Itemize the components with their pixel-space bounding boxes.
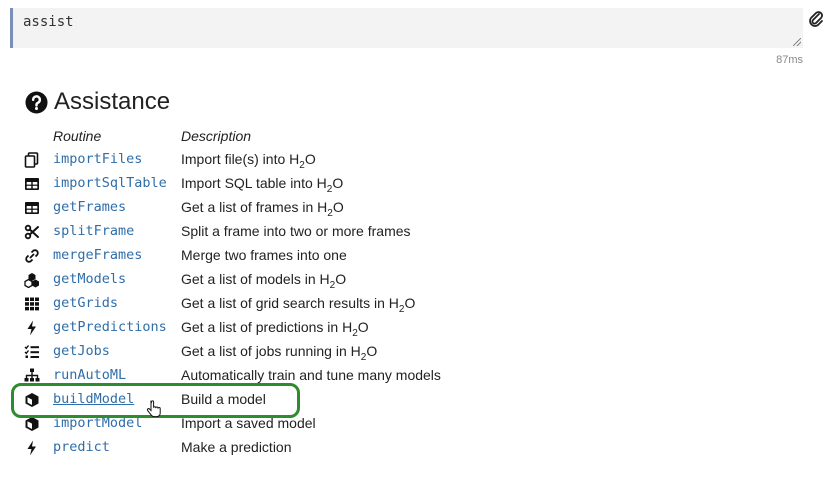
sitemap-icon — [24, 368, 40, 382]
description-text: Import file(s) into H — [181, 151, 300, 167]
routine-description: Get a list of models in H2O — [181, 271, 346, 291]
routine-link-getPredictions[interactable]: getPredictions — [53, 319, 167, 335]
routine-description: Build a model — [181, 391, 266, 407]
routine-link-predict[interactable]: predict — [53, 439, 110, 455]
routine-description: Get a list of grid search results in H2O — [181, 295, 415, 315]
description-text: Get a list of frames in H — [181, 199, 328, 215]
cubes-icon — [24, 273, 39, 288]
routine-description: Import a saved model — [181, 415, 316, 431]
bolt-icon — [27, 440, 36, 456]
description-column-header: Description — [181, 128, 252, 144]
routine-description: Merge two frames into one — [181, 247, 347, 263]
cube-icon — [25, 417, 39, 431]
description-text: Automatically train and tune many models — [181, 367, 441, 383]
description-text: Make a prediction — [181, 439, 292, 455]
routine-row-importModel: importModel Import a saved model — [0, 412, 832, 436]
hand-cursor-icon — [146, 400, 161, 418]
routine-description: Split a frame into two or more frames — [181, 223, 411, 239]
bolt-icon — [27, 320, 36, 336]
description-text: Get a list of grid search results in H — [181, 295, 399, 311]
routine-row-getJobs: getJobs Get a list of jobs running in H2O — [0, 340, 832, 364]
routine-row-getModels: getModels Get a list of models in H2O — [0, 268, 832, 292]
timing-label: 87ms — [776, 54, 803, 66]
routine-link-importFiles[interactable]: importFiles — [53, 151, 142, 167]
description-text: Get a list of jobs running in H — [181, 343, 361, 359]
routine-link-getFrames[interactable]: getFrames — [53, 199, 126, 215]
description-suffix: O — [404, 295, 416, 311]
cell-code[interactable]: assist — [23, 14, 74, 30]
tasks-icon — [24, 345, 39, 358]
files-icon — [24, 152, 39, 168]
routine-link-buildModel[interactable]: buildModel — [53, 391, 134, 407]
routine-row-getFrames: getFrames Get a list of frames in H2O — [0, 196, 832, 220]
scissors-icon — [24, 224, 39, 240]
description-text: Import a saved model — [181, 415, 316, 431]
routine-link-getModels[interactable]: getModels — [53, 271, 126, 287]
table-icon — [25, 202, 39, 214]
description-suffix: O — [357, 319, 369, 335]
routine-column-header: Routine — [53, 128, 102, 144]
routine-link-importSqlTable[interactable]: importSqlTable — [53, 175, 167, 191]
resize-handle[interactable] — [793, 38, 801, 46]
routine-row-buildModel: buildModel Build a model — [0, 388, 832, 412]
routine-link-importModel[interactable]: importModel — [53, 415, 142, 431]
routine-description: Get a list of jobs running in H2O — [181, 343, 377, 363]
routine-description: Import SQL table into H2O — [181, 175, 343, 195]
description-text: Split a frame into two or more frames — [181, 223, 411, 239]
description-text: Build a model — [181, 391, 266, 407]
grid-icon — [25, 297, 39, 311]
routine-link-splitFrame[interactable]: splitFrame — [53, 223, 134, 239]
description-suffix: O — [335, 271, 347, 287]
description-text: Merge two frames into one — [181, 247, 347, 263]
routine-row-getPredictions: getPredictions Get a list of predictions … — [0, 316, 832, 340]
routine-description: Get a list of frames in H2O — [181, 199, 344, 219]
routine-description: Get a list of predictions in H2O — [181, 319, 369, 339]
question-circle-icon — [25, 90, 48, 114]
routine-row-importFiles: importFiles Import file(s) into H2O — [0, 148, 832, 172]
description-text: Import SQL table into H — [181, 175, 327, 191]
description-text: Get a list of predictions in H — [181, 319, 353, 335]
paperclip-icon[interactable] — [808, 10, 824, 28]
assistance-heading: Assistance — [25, 88, 170, 116]
description-text: Get a list of models in H — [181, 271, 330, 287]
link-icon — [25, 249, 39, 263]
routine-link-getJobs[interactable]: getJobs — [53, 343, 110, 359]
cell-input[interactable]: assist — [10, 8, 803, 48]
routine-row-getGrids: getGrids Get a list of grid search result… — [0, 292, 832, 316]
description-suffix: O — [304, 151, 316, 167]
routine-row-predict: predict Make a prediction — [0, 436, 832, 460]
routine-description: Automatically train and tune many models — [181, 367, 441, 383]
routine-row-importSqlTable: importSqlTable Import SQL table into H2O — [0, 172, 832, 196]
table-icon — [25, 178, 39, 190]
routine-link-runAutoML[interactable]: runAutoML — [53, 367, 126, 383]
description-suffix: O — [332, 199, 344, 215]
routine-description: Make a prediction — [181, 439, 292, 455]
routine-row-runAutoML: runAutoML Automatically train and tune ma… — [0, 364, 832, 388]
description-suffix: O — [332, 175, 344, 191]
routine-link-getGrids[interactable]: getGrids — [53, 295, 118, 311]
routine-row-mergeFrames: mergeFrames Merge two frames into one — [0, 244, 832, 268]
routine-row-splitFrame: splitFrame Split a frame into two or more… — [0, 220, 832, 244]
routine-description: Import file(s) into H2O — [181, 151, 316, 171]
page-title: Assistance — [54, 88, 171, 115]
description-suffix: O — [366, 343, 378, 359]
routine-link-mergeFrames[interactable]: mergeFrames — [53, 247, 142, 263]
cube-icon — [25, 393, 39, 407]
